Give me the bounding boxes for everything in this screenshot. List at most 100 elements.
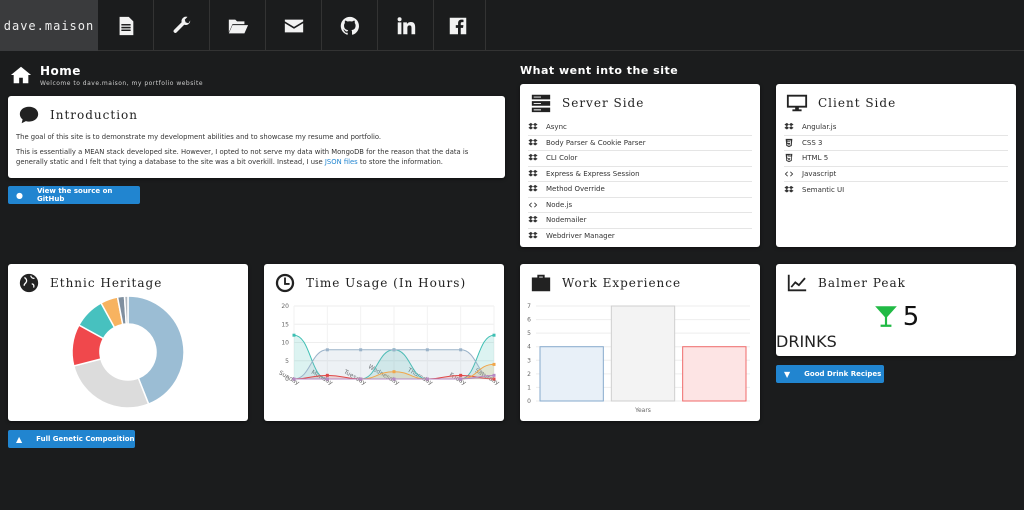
y-tick-label: 15 bbox=[281, 321, 289, 328]
mail-icon bbox=[284, 19, 303, 32]
client-item-label: HTML 5 bbox=[802, 154, 829, 163]
y-tick-label: 0 bbox=[527, 398, 531, 405]
balmer-peak-card: Balmer Peak 5 DRINKS bbox=[776, 264, 1016, 356]
data-point bbox=[492, 333, 496, 337]
dropbox-icon bbox=[528, 122, 538, 132]
work-experience-card: Work Experience 0 1 2 3 4 5 6 7 Years bbox=[520, 264, 760, 421]
data-point bbox=[459, 373, 463, 377]
dropbox-icon bbox=[528, 184, 538, 194]
page-title: Home bbox=[40, 64, 81, 78]
server-item-label: Nodemailer bbox=[546, 216, 587, 225]
data-point bbox=[359, 348, 363, 352]
client-item: CSS 3 bbox=[784, 136, 1008, 151]
resume-icon bbox=[119, 16, 133, 35]
server-item-label: CLI Color bbox=[546, 154, 578, 163]
client-item-label: CSS 3 bbox=[802, 138, 823, 147]
client-item-label: Angular.js bbox=[802, 123, 837, 132]
brand-link[interactable]: dave.maison bbox=[0, 0, 98, 51]
server-item-label: Method Override bbox=[546, 185, 605, 194]
time-usage-line-chart: 05101520Sunday Monday Tuesday Wednesday Thur… bbox=[278, 303, 501, 387]
view-source-label: View the source on GitHub bbox=[36, 187, 113, 203]
work-experience-bar-chart: 0 1 2 3 4 5 6 7 Years bbox=[527, 303, 750, 414]
ethnic-heritage-card: Ethnic Heritage bbox=[8, 264, 248, 421]
nav-facebook[interactable] bbox=[430, 0, 486, 51]
client-item: Semantic UI bbox=[784, 182, 1008, 198]
y-tick-label: 2 bbox=[527, 371, 531, 378]
balmer-stat: 5 bbox=[776, 302, 1016, 330]
y-tick-label: 1 bbox=[527, 384, 531, 391]
dropbox-icon bbox=[528, 231, 538, 241]
nav-github[interactable] bbox=[322, 0, 378, 51]
data-point bbox=[325, 348, 329, 352]
data-point bbox=[325, 377, 329, 381]
data-point bbox=[392, 377, 396, 381]
data-point bbox=[359, 377, 363, 381]
data-point bbox=[292, 333, 296, 337]
time-usage-title: Time Usage (In Hours) bbox=[306, 276, 467, 290]
drink-recipes-button[interactable]: ▼ Good Drink Recipes bbox=[776, 365, 884, 383]
bar bbox=[610, 305, 676, 402]
server-item-label: Async bbox=[546, 123, 567, 132]
github-icon bbox=[340, 16, 359, 35]
client-item-label: Semantic UI bbox=[802, 185, 845, 194]
data-point bbox=[492, 373, 496, 377]
ethnic-heritage-title: Ethnic Heritage bbox=[50, 276, 163, 290]
cocktail-icon: ▼ bbox=[784, 369, 791, 379]
client-list: Angular.js CSS 3 HTML 5 Javascript Semantic … bbox=[776, 120, 1016, 198]
json-files-link[interactable]: JSON files bbox=[325, 158, 358, 166]
drink-recipes-label: Good Drink Recipes bbox=[804, 370, 882, 378]
server-item-label: Node.js bbox=[546, 200, 573, 209]
genetic-composition-button[interactable]: ▲ Full Genetic Composition bbox=[8, 430, 135, 448]
cocktail-icon bbox=[874, 306, 897, 327]
data-point bbox=[392, 348, 396, 352]
bar bbox=[539, 346, 604, 402]
nav-linkedin[interactable] bbox=[378, 0, 434, 51]
server-list: Async Body Parser & Cookie Parser CLI Colo… bbox=[520, 120, 760, 244]
introduction-title: Introduction bbox=[50, 108, 138, 122]
server-item-label: Webdriver Manager bbox=[546, 232, 615, 241]
intro-text-b: to store the information. bbox=[357, 158, 443, 166]
comment-icon bbox=[19, 106, 39, 124]
dropbox-icon bbox=[528, 215, 538, 225]
client-side-title: Client Side bbox=[818, 96, 897, 110]
nav-skills[interactable] bbox=[154, 0, 210, 51]
server-icon bbox=[531, 94, 551, 113]
pie-slice bbox=[72, 358, 150, 409]
balmer-unit: DRINKS bbox=[776, 332, 837, 351]
code-icon bbox=[528, 200, 538, 210]
intro-paragraph-1: The goal of this site is to demonstrate … bbox=[16, 133, 382, 141]
dropbox-icon bbox=[784, 122, 794, 132]
site-section-title: What went into the site bbox=[520, 64, 679, 77]
data-point bbox=[492, 362, 496, 366]
dropbox-icon bbox=[528, 169, 538, 179]
css3-icon bbox=[784, 138, 794, 148]
globe-icon bbox=[19, 273, 39, 293]
work-experience-title: Work Experience bbox=[562, 276, 682, 290]
server-item: Express & Express Session bbox=[528, 167, 752, 182]
y-tick-label: 6 bbox=[527, 317, 531, 324]
data-point bbox=[459, 348, 463, 352]
server-item: Async bbox=[528, 120, 752, 136]
server-side-title: Server Side bbox=[562, 96, 645, 110]
view-source-button[interactable]: ● View the source on GitHub bbox=[8, 186, 140, 204]
client-item: Javascript bbox=[784, 167, 1008, 182]
nav-resume[interactable] bbox=[98, 0, 154, 51]
top-nav: dave.maison bbox=[0, 0, 1024, 51]
server-item-label: Express & Express Session bbox=[546, 169, 640, 178]
server-item: Webdriver Manager bbox=[528, 229, 752, 245]
client-item: Angular.js bbox=[784, 120, 1008, 136]
time-usage-card: Time Usage (In Hours) 0 5 10 15 20 Sunday Mond… bbox=[264, 264, 504, 421]
home-header: Home Welcome to dave.maison, my portfoli… bbox=[10, 64, 203, 87]
introduction-card: Introduction The goal of this site is to… bbox=[8, 96, 505, 178]
nav-contact[interactable] bbox=[266, 0, 322, 51]
data-point bbox=[425, 377, 429, 381]
y-tick-label: 5 bbox=[527, 330, 531, 337]
github-icon: ● bbox=[16, 190, 23, 200]
briefcase-icon bbox=[531, 274, 551, 292]
html5-icon bbox=[784, 153, 794, 163]
y-tick-label: 5 bbox=[285, 358, 289, 365]
line-chart-icon bbox=[787, 274, 807, 292]
flask-icon: ▲ bbox=[16, 434, 23, 444]
nav-portfolio[interactable] bbox=[210, 0, 266, 51]
y-tick-label: 4 bbox=[527, 344, 531, 351]
